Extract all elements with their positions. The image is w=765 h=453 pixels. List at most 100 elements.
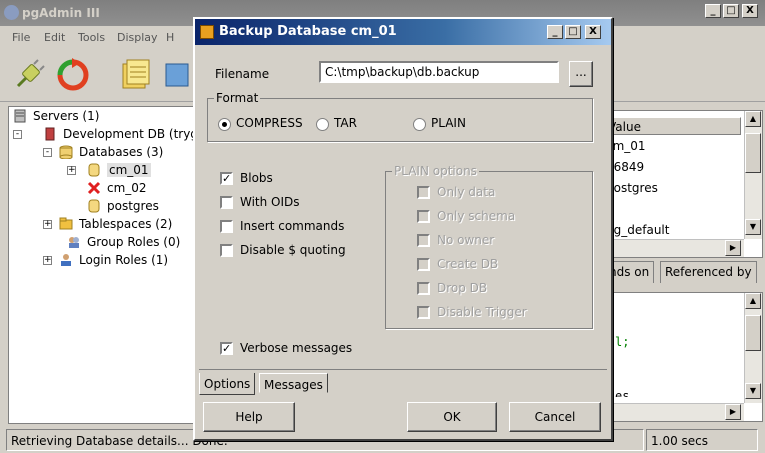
properties-icon[interactable] — [118, 58, 152, 92]
tree-collapse-toggle[interactable]: - — [13, 130, 22, 139]
object-browser-tree: Servers (1) - Development DB (tryg - Dat… — [8, 106, 196, 424]
dialog-title: Backup Database cm_01 — [219, 24, 397, 39]
server-icon — [45, 127, 55, 141]
refresh-icon[interactable] — [56, 58, 90, 92]
property-value: pg_default — [606, 223, 670, 237]
tree-label: cm_01 — [107, 163, 151, 177]
only-schema-checkbox — [417, 210, 430, 223]
blobs-checkbox[interactable]: ✓ — [220, 172, 233, 185]
scroll-down-icon[interactable]: ▼ — [745, 383, 761, 399]
scroll-thumb[interactable] — [745, 133, 761, 173]
only-data-checkbox — [417, 186, 430, 199]
filename-input[interactable] — [319, 61, 559, 83]
properties-horizontal-scrollbar[interactable]: ▶ — [601, 239, 744, 257]
menu-tools[interactable]: Tools — [78, 31, 105, 44]
dialog-minimize-button[interactable]: _ — [547, 25, 563, 39]
scroll-up-icon[interactable]: ▲ — [745, 111, 761, 127]
tab-panel-border — [199, 369, 607, 370]
help-button[interactable]: Help — [203, 402, 295, 432]
browse-button[interactable]: ... — [569, 61, 593, 87]
no-owner-label: No owner — [437, 233, 495, 247]
tab-options[interactable]: Options — [199, 373, 256, 395]
dialog-titlebar: Backup Database cm_01 _ □ X — [195, 19, 611, 45]
format-compress-label[interactable]: COMPRESS — [236, 116, 303, 130]
database-icon — [88, 199, 100, 213]
properties-list: Value cm_01 26849 postgres pg_default ▲ … — [600, 110, 763, 258]
servers-icon — [14, 109, 26, 123]
status-time: 1.00 secs — [646, 429, 758, 451]
format-plain-radio[interactable] — [413, 118, 426, 131]
disable-dollar-quoting-label[interactable]: Disable $ quoting — [240, 243, 346, 257]
insert-commands-checkbox[interactable] — [220, 220, 233, 233]
verbose-messages-checkbox[interactable]: ✓ — [220, 342, 233, 355]
menu-display[interactable]: Display — [117, 31, 158, 44]
main-window-title: pgAdmin III — [22, 6, 100, 20]
tree-label: Servers (1) — [33, 109, 100, 123]
format-plain-label[interactable]: PLAIN — [431, 116, 466, 130]
sql-text: l; — [615, 335, 630, 349]
maximize-button[interactable]: □ — [723, 4, 739, 18]
close-button[interactable]: X — [742, 4, 758, 18]
sql-vertical-scrollbar[interactable]: ▲ ▼ — [744, 293, 762, 403]
tree-label: cm_02 — [107, 181, 147, 195]
drop-db-label: Drop DB — [437, 281, 488, 295]
format-tar-radio[interactable] — [316, 118, 329, 131]
scroll-up-icon[interactable]: ▲ — [745, 293, 761, 309]
sql-horizontal-scrollbar[interactable]: ▶ — [601, 403, 744, 421]
create-db-checkbox — [417, 258, 430, 271]
disable-dollar-quoting-checkbox[interactable] — [220, 244, 233, 257]
ok-button[interactable]: OK — [407, 402, 497, 432]
tab-messages[interactable]: Messages — [259, 373, 328, 393]
tree-label: Group Roles (0) — [87, 235, 181, 249]
tree-label: Development DB (tryg — [63, 127, 196, 141]
databases-icon — [59, 145, 73, 159]
blobs-label[interactable]: Blobs — [240, 171, 273, 185]
menu-file[interactable]: File — [12, 31, 30, 44]
tree-label: Tablespaces (2) — [79, 217, 173, 231]
disable-trigger-checkbox — [417, 306, 430, 319]
connect-plug-icon[interactable] — [12, 58, 46, 92]
format-compress-radio[interactable] — [218, 118, 231, 131]
sql-text: es — [615, 389, 630, 397]
tree-label: Databases (3) — [79, 145, 164, 159]
create-object-icon[interactable] — [162, 58, 196, 92]
filename-label: Filename — [215, 67, 270, 81]
verbose-messages-label[interactable]: Verbose messages — [240, 341, 352, 355]
properties-header[interactable]: Value — [601, 117, 741, 135]
format-legend: Format — [214, 91, 261, 105]
tree-expand-toggle[interactable]: + — [43, 256, 52, 265]
properties-vertical-scrollbar[interactable]: ▲ ▼ — [744, 111, 762, 239]
tab-referenced-by[interactable]: Referenced by — [660, 261, 757, 283]
only-data-label: Only data — [437, 185, 496, 199]
backup-dialog: Backup Database cm_01 _ □ X Filename ...… — [193, 17, 613, 441]
sql-pane: l; es ▲ ▼ ▶ — [600, 292, 763, 422]
drop-db-checkbox — [417, 282, 430, 295]
scroll-thumb[interactable] — [745, 315, 761, 351]
format-tar-label[interactable]: TAR — [334, 116, 357, 130]
minimize-button[interactable]: _ — [705, 4, 721, 18]
pgadmin-app-icon — [4, 5, 19, 20]
tree-expand-toggle[interactable]: + — [43, 220, 52, 229]
scroll-right-icon[interactable]: ▶ — [725, 240, 741, 256]
backup-dialog-icon — [200, 25, 214, 39]
tree-label: postgres — [107, 199, 159, 213]
property-value: postgres — [606, 181, 658, 195]
scroll-down-icon[interactable]: ▼ — [745, 219, 761, 235]
scroll-right-icon[interactable]: ▶ — [725, 404, 741, 420]
format-group: Format COMPRESS TAR PLAIN — [207, 91, 593, 142]
dialog-close-button[interactable]: X — [585, 25, 601, 39]
tree-label: Login Roles (1) — [79, 253, 169, 267]
menu-edit[interactable]: Edit — [44, 31, 65, 44]
login-roles-icon — [61, 254, 71, 266]
insert-commands-label[interactable]: Insert commands — [240, 219, 344, 233]
tree-collapse-toggle[interactable]: - — [43, 148, 52, 157]
cancel-button[interactable]: Cancel — [509, 402, 601, 432]
only-schema-label: Only schema — [437, 209, 516, 223]
with-oids-checkbox[interactable] — [220, 196, 233, 209]
menu-help[interactable]: H — [166, 31, 174, 44]
group-roles-icon — [69, 237, 79, 248]
plain-options-legend: PLAIN options — [392, 164, 479, 178]
tree-expand-toggle[interactable]: + — [67, 166, 76, 175]
dialog-maximize-button[interactable]: □ — [565, 25, 581, 39]
with-oids-label[interactable]: With OIDs — [240, 195, 300, 209]
